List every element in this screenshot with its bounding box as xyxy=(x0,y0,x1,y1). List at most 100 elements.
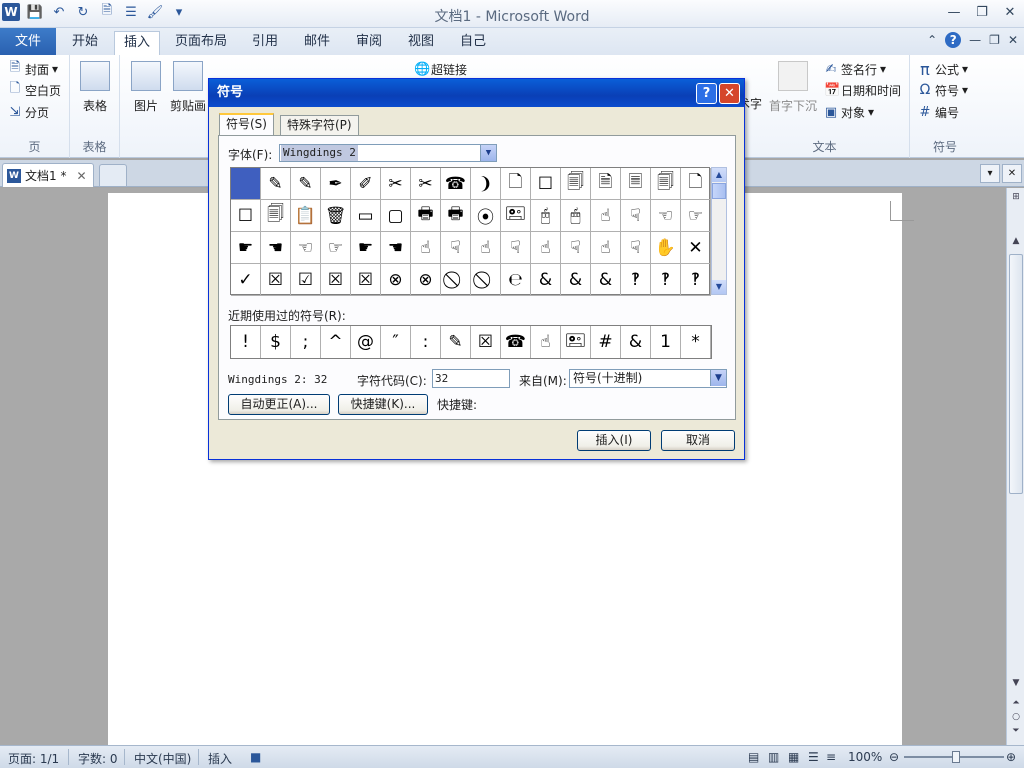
recent-symbol-cell[interactable]: @ xyxy=(351,326,381,358)
symbol-cell[interactable]: 🗋 xyxy=(681,168,711,200)
symbol-cell[interactable]: ☝ xyxy=(591,232,621,264)
symbol-cell[interactable]: ☟ xyxy=(501,232,531,264)
tab-symbols[interactable]: 符号(S) xyxy=(219,113,274,136)
symbol-grid-scroll-thumb[interactable] xyxy=(712,183,726,199)
symbol-cell[interactable]: ‽ xyxy=(681,264,711,296)
datetime-button[interactable]: 📅 日期和时间 xyxy=(824,80,901,100)
symbol-cell[interactable]: ‽ xyxy=(621,264,651,296)
cover-page-button[interactable]: 🗎 封面 ▾ xyxy=(8,59,58,79)
recent-symbol-cell[interactable]: ☎ xyxy=(501,326,531,358)
symbol-cell[interactable]: ⦿ xyxy=(471,200,501,232)
character-code-input[interactable]: 32 xyxy=(432,369,510,388)
symbol-cell[interactable]: ☟ xyxy=(561,232,591,264)
tab-page-layout[interactable]: 页面布局 xyxy=(170,31,232,55)
symbol-cell[interactable]: ☝ xyxy=(411,232,441,264)
symbol-cell[interactable]: ☟ xyxy=(441,232,471,264)
symbol-cell[interactable]: 🖰 xyxy=(531,200,561,232)
symbol-cell[interactable]: ⃠ xyxy=(471,264,501,296)
tab-insert[interactable]: 插入 xyxy=(114,31,160,55)
tab-special-characters[interactable]: 特殊字符(P) xyxy=(280,115,359,135)
zoom-out-icon[interactable]: ⊖ xyxy=(889,750,899,764)
macro-record-icon[interactable]: ■ xyxy=(250,750,261,764)
help-icon[interactable]: ? xyxy=(945,32,962,48)
font-select[interactable]: Wingdings 2 ▼ xyxy=(279,144,497,162)
scroll-up-icon[interactable]: ▲ xyxy=(712,168,726,182)
doc-close-icon[interactable]: ✕ xyxy=(1008,33,1018,47)
symbol-cell[interactable]: ✕ xyxy=(681,232,711,264)
symbol-cell[interactable]: ✎ xyxy=(261,168,291,200)
symbol-cell[interactable]: ☝ xyxy=(591,200,621,232)
page-count[interactable]: 页面: 1/1 xyxy=(8,750,59,767)
symbol-cell[interactable]: ℮ xyxy=(501,264,531,296)
symbol-cell[interactable]: ❩ xyxy=(471,168,501,200)
new-tab-button[interactable] xyxy=(99,164,127,186)
symbol-cell[interactable]: ✂ xyxy=(411,168,441,200)
browse-object-icon[interactable]: ○ xyxy=(1007,712,1024,722)
symbol-cell[interactable]: ☟ xyxy=(621,232,651,264)
recent-symbol-cell[interactable]: ^ xyxy=(321,326,351,358)
recent-symbol-cell[interactable]: 1 xyxy=(651,326,681,358)
tab-file[interactable]: 文件 xyxy=(0,28,56,55)
dialog-close-icon[interactable]: ✕ xyxy=(719,83,740,104)
signature-line-button[interactable]: ✍ 签名行 ▾ xyxy=(824,59,887,79)
recent-symbol-cell[interactable]: # xyxy=(591,326,621,358)
clipart-button[interactable]: 剪贴画 xyxy=(168,61,208,114)
tab-custom[interactable]: 自己 xyxy=(452,31,494,55)
symbol-cell[interactable]: ☜ xyxy=(651,200,681,232)
symbol-cell[interactable]: ☒ xyxy=(321,264,351,296)
symbol-cell[interactable]: 🖭 xyxy=(501,200,531,232)
symbol-cell[interactable]: 🗎 xyxy=(591,168,621,200)
prev-page-icon[interactable]: ⏶ xyxy=(1007,698,1024,708)
symbol-cell[interactable]: 🗏 xyxy=(621,168,651,200)
print-layout-icon[interactable]: ▤ xyxy=(748,750,759,764)
chevron-down-icon[interactable]: ▼ xyxy=(480,145,496,161)
number-button[interactable]: # 编号 xyxy=(918,102,959,122)
doc-restore-icon[interactable]: ❐ xyxy=(989,33,1000,47)
symbol-cell[interactable]: 🖱 xyxy=(561,200,591,232)
recent-symbol-cell[interactable]: ! xyxy=(231,326,261,358)
insert-mode[interactable]: 插入 xyxy=(208,750,232,767)
insert-button[interactable]: 插入(I) xyxy=(577,430,651,451)
close-icon[interactable]: ✕ xyxy=(1002,4,1018,20)
symbol-cell[interactable]: 🗐 xyxy=(561,168,591,200)
symbol-cell[interactable]: & xyxy=(591,264,621,296)
web-layout-icon[interactable]: ▦ xyxy=(788,750,799,764)
symbol-cell[interactable]: 🖶 xyxy=(411,200,441,232)
symbol-cell[interactable]: ▢ xyxy=(381,200,411,232)
symbol-cell[interactable]: ⃠ xyxy=(441,264,471,296)
symbol-cell[interactable]: 🗐 xyxy=(651,168,681,200)
page-break-button[interactable]: ⇲ 分页 xyxy=(8,102,49,122)
recent-symbol-cell[interactable]: * xyxy=(681,326,711,358)
symbol-cell[interactable]: & xyxy=(561,264,591,296)
cancel-button[interactable]: 取消 xyxy=(661,430,735,451)
dialog-title[interactable]: 符号 xyxy=(209,79,744,107)
minimize-ribbon-icon[interactable]: ⌃ xyxy=(927,33,937,47)
symbol-cell[interactable]: ☐ xyxy=(531,168,561,200)
scroll-thumb[interactable] xyxy=(1009,254,1023,494)
recent-symbol-cell[interactable]: 🖭 xyxy=(561,326,591,358)
table-button[interactable]: 表格 xyxy=(78,61,112,114)
symbol-cell[interactable]: ⊗ xyxy=(411,264,441,296)
tab-home[interactable]: 开始 xyxy=(62,31,108,55)
symbol-cell[interactable] xyxy=(231,168,261,200)
symbol-cell[interactable]: ✓ xyxy=(231,264,261,296)
symbol-cell[interactable]: 🗋 xyxy=(501,168,531,200)
symbol-cell[interactable]: ☒ xyxy=(261,264,291,296)
restore-icon[interactable]: ❐ xyxy=(974,4,990,20)
scroll-down-icon[interactable]: ▼ xyxy=(1007,678,1024,688)
symbol-cell[interactable]: ✒ xyxy=(321,168,351,200)
scroll-down-icon[interactable]: ▼ xyxy=(712,280,726,294)
close-tab-icon[interactable]: ✕ xyxy=(76,169,86,183)
recent-symbol-cell[interactable]: ☒ xyxy=(471,326,501,358)
symbol-cell[interactable]: ☑ xyxy=(291,264,321,296)
tab-list-icon[interactable]: ▾ xyxy=(980,164,1000,183)
symbol-grid[interactable]: ✎ ✎ ✒ ✐ ✂ ✂ ☎ ❩ 🗋 ☐ 🗐 🗎 🗏 🗐 🗋 ☐ 🗐 📋 🗑 ▭ ▢ 🖶 🖶 ⦿ 🖭 🖰 🖱 ☝ ☟ ☜ ☞ ☛ ☚ ☜ ☞ ☛ ☚ ☝ ☟ ☝… xyxy=(230,167,711,296)
tab-references[interactable]: 引用 xyxy=(244,31,286,55)
close-all-icon[interactable]: ✕ xyxy=(1002,164,1022,183)
document-tab[interactable]: W 文档1 * ✕ xyxy=(2,163,94,187)
symbol-cell[interactable]: ‽ xyxy=(651,264,681,296)
symbol-cell[interactable]: 🗐 xyxy=(261,200,291,232)
picture-button[interactable]: 图片 xyxy=(130,61,162,114)
symbol-cell[interactable]: ✐ xyxy=(351,168,381,200)
outline-icon[interactable]: ☰ xyxy=(808,750,819,764)
